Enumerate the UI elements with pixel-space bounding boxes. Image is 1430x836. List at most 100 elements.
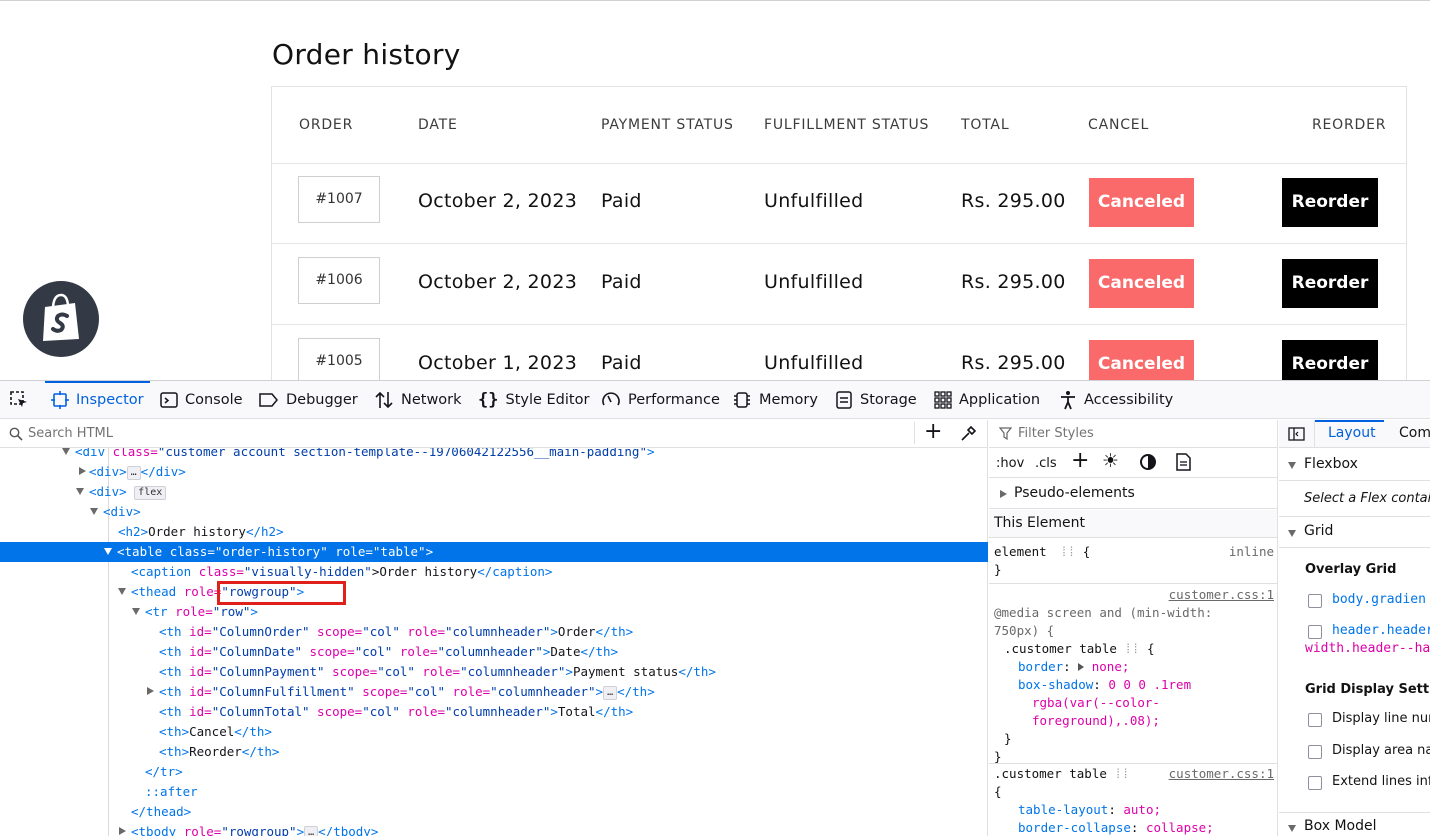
tab-label: Accessibility	[1084, 392, 1174, 408]
divider	[989, 583, 1277, 584]
element-selector: element	[994, 544, 1047, 559]
tree-node[interactable]: <tr role="row">	[0, 602, 988, 622]
tree-node[interactable]: <th id="ColumnTotal" scope="col" role="c…	[0, 702, 988, 722]
overlay-item-label: body.gradien	[1332, 592, 1426, 607]
pseudo-elements-label: Pseudo-elements	[1014, 485, 1135, 501]
css-value[interactable]: collapse;	[1146, 820, 1214, 835]
tab-label: Style Editor	[505, 392, 590, 408]
tree-node[interactable]: ::after	[0, 782, 988, 802]
tree-node[interactable]: <th>Cancel</th>	[0, 722, 988, 742]
box-model-section[interactable]: Box Model	[1279, 812, 1430, 836]
pseudo-elements-section[interactable]: Pseudo-elements	[989, 479, 1277, 509]
toggle-pane-icon[interactable]	[1288, 427, 1305, 441]
annotation-highlight-box	[217, 581, 346, 605]
css-property[interactable]: box-shadow	[1018, 677, 1093, 692]
tab-storage[interactable]: Storage	[835, 381, 917, 419]
tree-node[interactable]: <div> flex	[0, 482, 988, 502]
dark-theme-icon[interactable]	[1140, 454, 1156, 470]
css-value[interactable]: none;	[1092, 659, 1130, 674]
tab-label: Performance	[628, 392, 720, 408]
tree-node[interactable]: <th id="ColumnDate" scope="col" role="co…	[0, 642, 988, 662]
add-rule-icon[interactable]: +	[1071, 448, 1089, 473]
reorder-button[interactable]: Reorder	[1282, 259, 1378, 308]
hover-toggle-button[interactable]: :hov	[996, 456, 1024, 471]
tab-layout[interactable]: Layout	[1328, 425, 1376, 441]
grid-section[interactable]: Grid	[1279, 516, 1430, 548]
tab-accessibility[interactable]: Accessibility	[1059, 381, 1173, 419]
payment-status: Paid	[601, 190, 642, 212]
css-property[interactable]: border-collapse	[1018, 820, 1131, 835]
tree-node[interactable]: <th id="ColumnFulfillment" scope="col" r…	[0, 682, 988, 702]
tab-inspector[interactable]: Inspector	[45, 381, 150, 419]
tree-node[interactable]: </tr>	[0, 762, 988, 782]
debugger-icon	[259, 393, 278, 407]
css-value[interactable]: 0 0 0 .1rem	[1108, 677, 1191, 692]
grid-label: Grid	[1304, 523, 1334, 539]
light-theme-icon[interactable]: ☀	[1102, 450, 1119, 472]
tree-node[interactable]: <caption class="visually-hidden">Order h…	[0, 562, 988, 582]
gauge-icon	[602, 392, 620, 406]
filter-bar[interactable]: Filter Styles	[989, 420, 1277, 448]
tab-console[interactable]: Console	[160, 381, 243, 419]
tree-node[interactable]: <thead role="rowgroup">	[0, 582, 988, 602]
tree-node[interactable]: <th id="ColumnOrder" scope="col" role="c…	[0, 622, 988, 642]
tab-computed[interactable]: Com	[1399, 425, 1430, 441]
devtools-toolbar: Inspector Console Debugger Network {} St…	[0, 381, 1430, 419]
order-number-link[interactable]: #1005	[298, 338, 380, 380]
collapsed-badge[interactable]: …	[126, 466, 141, 480]
stylesheet-link[interactable]: customer.css:1	[1169, 765, 1274, 783]
network-icon	[375, 391, 393, 409]
classes-toggle-button[interactable]: .cls	[1035, 456, 1057, 471]
tree-node[interactable]: <div class="customer account section-tem…	[0, 448, 988, 462]
overlay-checkbox[interactable]	[1308, 625, 1322, 639]
html-tree: <div class="customer account section-tem…	[0, 448, 988, 836]
collapsed-badge[interactable]: …	[603, 686, 618, 700]
grip-icon: ⁞⁞	[1060, 544, 1076, 559]
tree-node[interactable]: <th>Reorder</th>	[0, 742, 988, 762]
tree-node-selected[interactable]: <table class="order-history" role="table…	[0, 542, 988, 562]
tab-memory[interactable]: Memory	[732, 381, 818, 419]
shopify-bag-icon[interactable]	[23, 281, 99, 357]
tree-node[interactable]: <tbody role="rowgroup">… </tbody>	[0, 822, 988, 836]
css-property[interactable]: table-layout	[1018, 802, 1108, 817]
tab-application[interactable]: Application	[934, 381, 1040, 419]
eyedropper-icon[interactable]	[959, 425, 977, 443]
column-header-fulfillment-status: FULFILLMENT STATUS	[764, 117, 930, 133]
tab-style-editor[interactable]: {} Style Editor	[478, 381, 589, 419]
flex-badge[interactable]: flex	[134, 486, 167, 500]
display-checkbox[interactable]	[1308, 745, 1322, 759]
element-picker-icon[interactable]	[9, 381, 29, 419]
stylesheet-link[interactable]: customer.css:1	[1169, 587, 1274, 602]
tree-node[interactable]: <h2>Order history</h2>	[0, 522, 988, 542]
canceled-button[interactable]: Canceled	[1089, 340, 1194, 380]
flexbox-section[interactable]: Flexbox	[1279, 449, 1430, 481]
order-number-link[interactable]: #1006	[298, 257, 380, 304]
canceled-button[interactable]: Canceled	[1089, 178, 1194, 227]
reorder-button[interactable]: Reorder	[1282, 178, 1378, 227]
reorder-button[interactable]: Reorder	[1282, 340, 1378, 380]
css-value[interactable]: rgba(var(--color-	[994, 694, 1274, 712]
tab-performance[interactable]: Performance	[601, 381, 720, 419]
overlay-checkbox[interactable]	[1308, 594, 1322, 608]
box-model-label: Box Model	[1304, 818, 1377, 834]
tree-node[interactable]: <div>	[0, 502, 988, 522]
tree-node[interactable]: <th id="ColumnPayment" scope="col" role=…	[0, 662, 988, 682]
filter-styles-input[interactable]: Filter Styles	[1018, 426, 1094, 441]
add-node-icon[interactable]: +	[924, 419, 942, 444]
display-checkbox[interactable]	[1308, 713, 1322, 727]
tab-network[interactable]: Network	[374, 381, 462, 419]
order-history-table: ORDER DATE PAYMENT STATUS FULFILLMENT ST…	[271, 86, 1407, 380]
order-number-link[interactable]: #1007	[298, 176, 380, 223]
css-value[interactable]: foreground),.08);	[994, 712, 1274, 730]
css-value[interactable]: auto;	[1123, 802, 1161, 817]
display-checkbox[interactable]	[1308, 776, 1322, 790]
search-input[interactable]: Search HTML	[28, 426, 113, 441]
tree-node[interactable]: <div>… </div>	[0, 462, 988, 482]
tab-debugger[interactable]: Debugger	[259, 381, 358, 419]
print-media-icon[interactable]	[1176, 453, 1191, 471]
search-html-bar[interactable]: Search HTML +	[0, 419, 988, 448]
css-property[interactable]: border	[1018, 659, 1063, 674]
tree-node[interactable]: </thead>	[0, 802, 988, 822]
canceled-button[interactable]: Canceled	[1089, 259, 1194, 308]
collapsed-badge[interactable]: …	[304, 826, 319, 836]
